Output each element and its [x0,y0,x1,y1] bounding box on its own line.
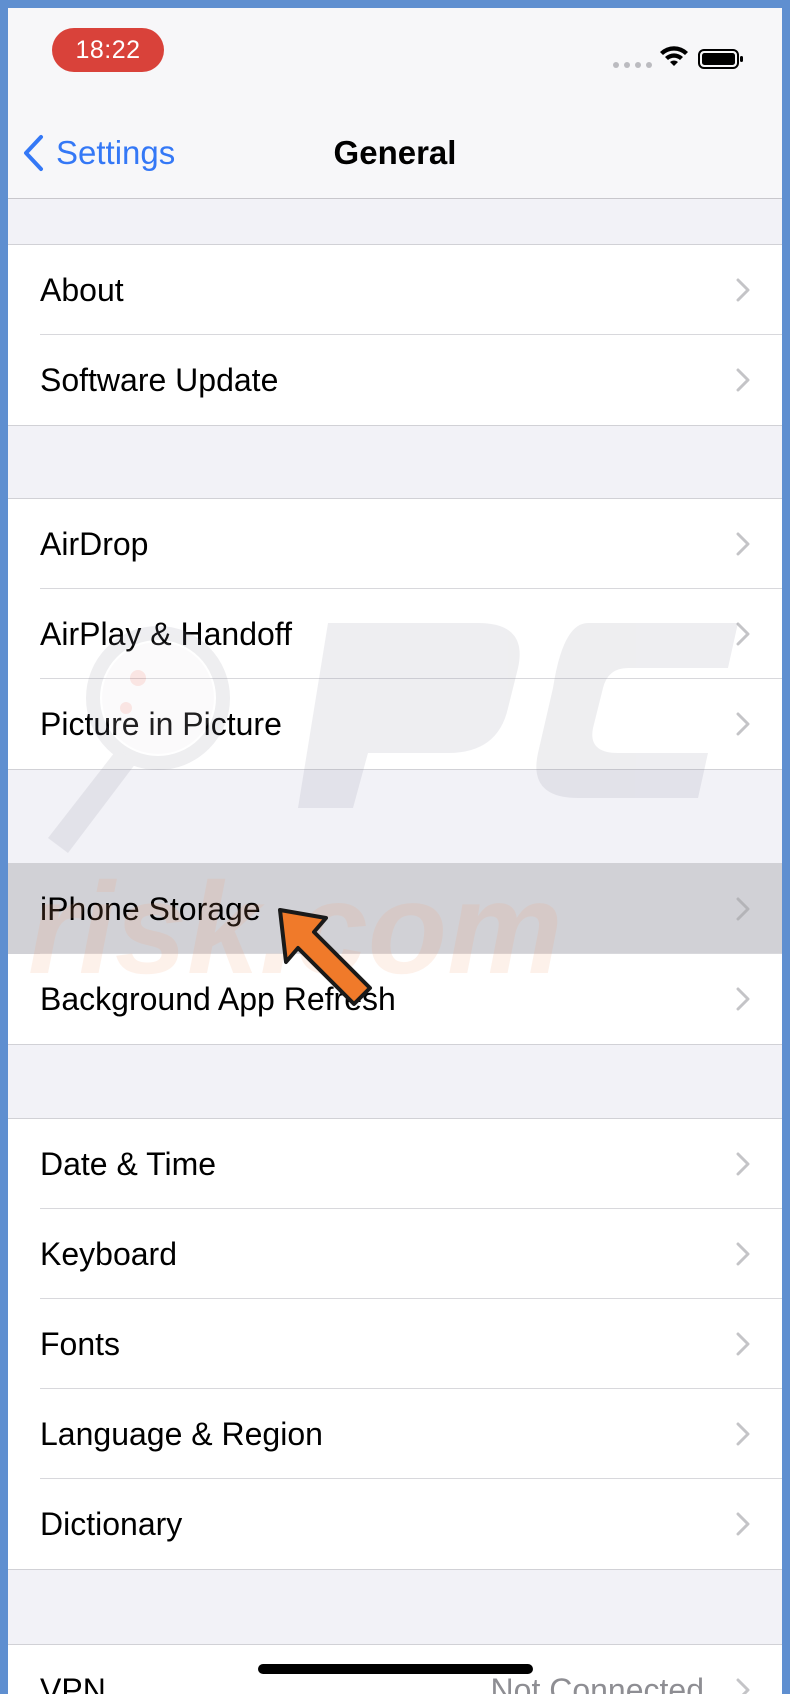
chevron-right-icon [736,987,750,1011]
row-value: Not Connected [490,1671,704,1694]
battery-icon [698,49,743,69]
chevron-right-icon [736,532,750,556]
chevron-right-icon [736,622,750,646]
row-picture-in-picture[interactable]: Picture in Picture [8,678,782,769]
row-date-time[interactable]: Date & Time [8,1119,782,1209]
status-time: 18:22 [52,28,164,72]
chevron-right-icon [736,278,750,302]
row-language-region[interactable]: Language & Region [8,1388,782,1479]
phone-screen: 18:22 Settings General About Software Up… [8,8,782,1694]
row-label: iPhone Storage [40,890,261,927]
row-about[interactable]: About [8,245,782,335]
row-dictionary[interactable]: Dictionary [8,1478,782,1569]
row-label: Picture in Picture [40,705,282,742]
row-fonts[interactable]: Fonts [8,1298,782,1389]
home-indicator[interactable] [258,1664,533,1674]
chevron-right-icon [736,1512,750,1536]
settings-group-locale: Date & Time Keyboard Fonts Language & Re… [8,1118,782,1570]
row-label: Keyboard [40,1235,177,1272]
row-label: Fonts [40,1325,121,1362]
settings-group-sharing: AirDrop AirPlay & Handoff Picture in Pic… [8,498,782,770]
wifi-icon [660,46,688,66]
chevron-right-icon [736,1242,750,1266]
chevron-right-icon [736,1422,750,1446]
row-iphone-storage[interactable]: iPhone Storage [8,864,782,954]
status-bar: 18:22 [8,8,782,108]
cellular-signal-icon [613,62,653,70]
row-label: Language & Region [40,1415,323,1452]
row-label: AirDrop [40,525,149,562]
chevron-right-icon [736,1678,750,1694]
row-label: Date & Time [40,1145,217,1182]
row-background-app-refresh[interactable]: Background App Refresh [8,953,782,1044]
row-airplay-handoff[interactable]: AirPlay & Handoff [8,588,782,679]
row-label: Software Update [40,361,279,398]
settings-group-storage: iPhone Storage Background App Refresh [8,863,782,1045]
chevron-right-icon [736,712,750,736]
row-software-update[interactable]: Software Update [8,334,782,425]
pointer-arrow-icon [278,908,372,1006]
chevron-right-icon [736,368,750,392]
chevron-right-icon [736,897,750,921]
row-label: VPN [40,1671,106,1694]
page-title: General [333,134,457,171]
row-airdrop[interactable]: AirDrop [8,499,782,589]
chevron-right-icon [736,1152,750,1176]
row-label: About [40,271,124,308]
row-keyboard[interactable]: Keyboard [8,1208,782,1299]
navigation-bar: Settings General [8,108,782,199]
settings-group-info: About Software Update [8,244,782,426]
row-label: AirPlay & Handoff [40,615,292,652]
chevron-right-icon [736,1332,750,1356]
row-label: Dictionary [40,1505,183,1542]
